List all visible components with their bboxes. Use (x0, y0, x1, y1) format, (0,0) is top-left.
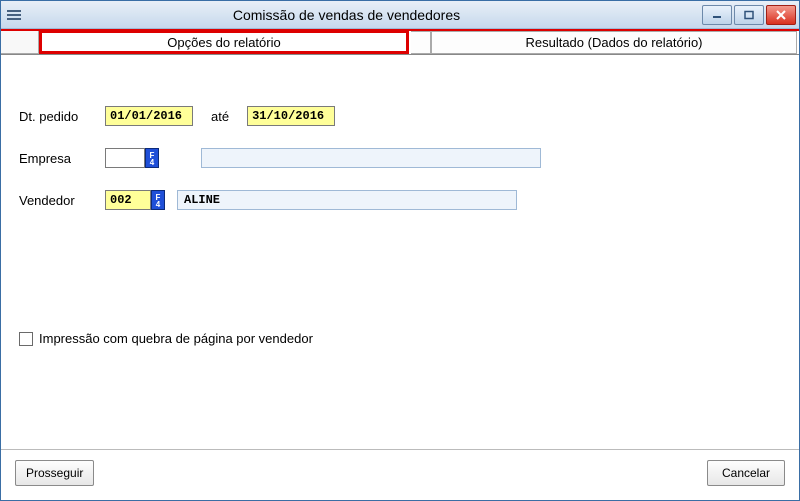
row-vendedor: Vendedor 002 F4 ALINE (19, 189, 781, 211)
input-dt-to[interactable]: 31/10/2016 (247, 106, 335, 126)
proceed-button-label: Prosseguir (26, 466, 83, 480)
row-dt-pedido: Dt. pedido 01/01/2016 até 31/10/2016 (19, 105, 781, 127)
footer-bar: Prosseguir Cancelar (1, 449, 799, 500)
app-window: Comissão de vendas de vendedores Opções … (0, 0, 800, 501)
label-checkbox-quebra[interactable]: Impressão com quebra de página por vende… (39, 331, 313, 346)
cancel-button[interactable]: Cancelar (707, 460, 785, 486)
input-dt-from[interactable]: 01/01/2016 (105, 106, 193, 126)
minimize-button[interactable] (702, 5, 732, 25)
input-empresa-code[interactable] (105, 148, 145, 168)
label-vendedor: Vendedor (19, 193, 105, 208)
row-empresa: Empresa F4 (19, 147, 781, 169)
cancel-button-label: Cancelar (722, 466, 770, 480)
tab-options-label: Opções do relatório (167, 35, 280, 50)
tab-result-label: Resultado (Dados do relatório) (525, 35, 702, 50)
window-title: Comissão de vendas de vendedores (0, 7, 702, 23)
close-button[interactable] (766, 5, 796, 25)
checkbox-quebra-pagina[interactable] (19, 332, 33, 346)
lookup-vendedor-button[interactable]: F4 (151, 190, 165, 210)
label-empresa: Empresa (19, 151, 105, 166)
form-panel: Dt. pedido 01/01/2016 até 31/10/2016 Emp… (1, 55, 799, 449)
input-vendedor-code[interactable]: 002 (105, 190, 151, 210)
proceed-button[interactable]: Prosseguir (15, 460, 94, 486)
label-dt-pedido: Dt. pedido (19, 109, 105, 124)
tab-options[interactable]: Opções do relatório (39, 30, 409, 54)
input-empresa-desc[interactable] (201, 148, 541, 168)
tab-handle (411, 31, 431, 54)
tab-result[interactable]: Resultado (Dados do relatório) (431, 31, 797, 54)
lookup-empresa-button[interactable]: F4 (145, 148, 159, 168)
tabs: Opções do relatório Resultado (Dados do … (1, 31, 799, 55)
window-controls (702, 5, 796, 25)
maximize-button[interactable] (734, 5, 764, 25)
label-ate: até (211, 109, 229, 124)
input-vendedor-desc[interactable]: ALINE (177, 190, 517, 210)
row-checkbox-quebra: Impressão com quebra de página por vende… (19, 331, 781, 346)
tab-spacer (1, 31, 39, 54)
title-bar: Comissão de vendas de vendedores (1, 1, 799, 29)
